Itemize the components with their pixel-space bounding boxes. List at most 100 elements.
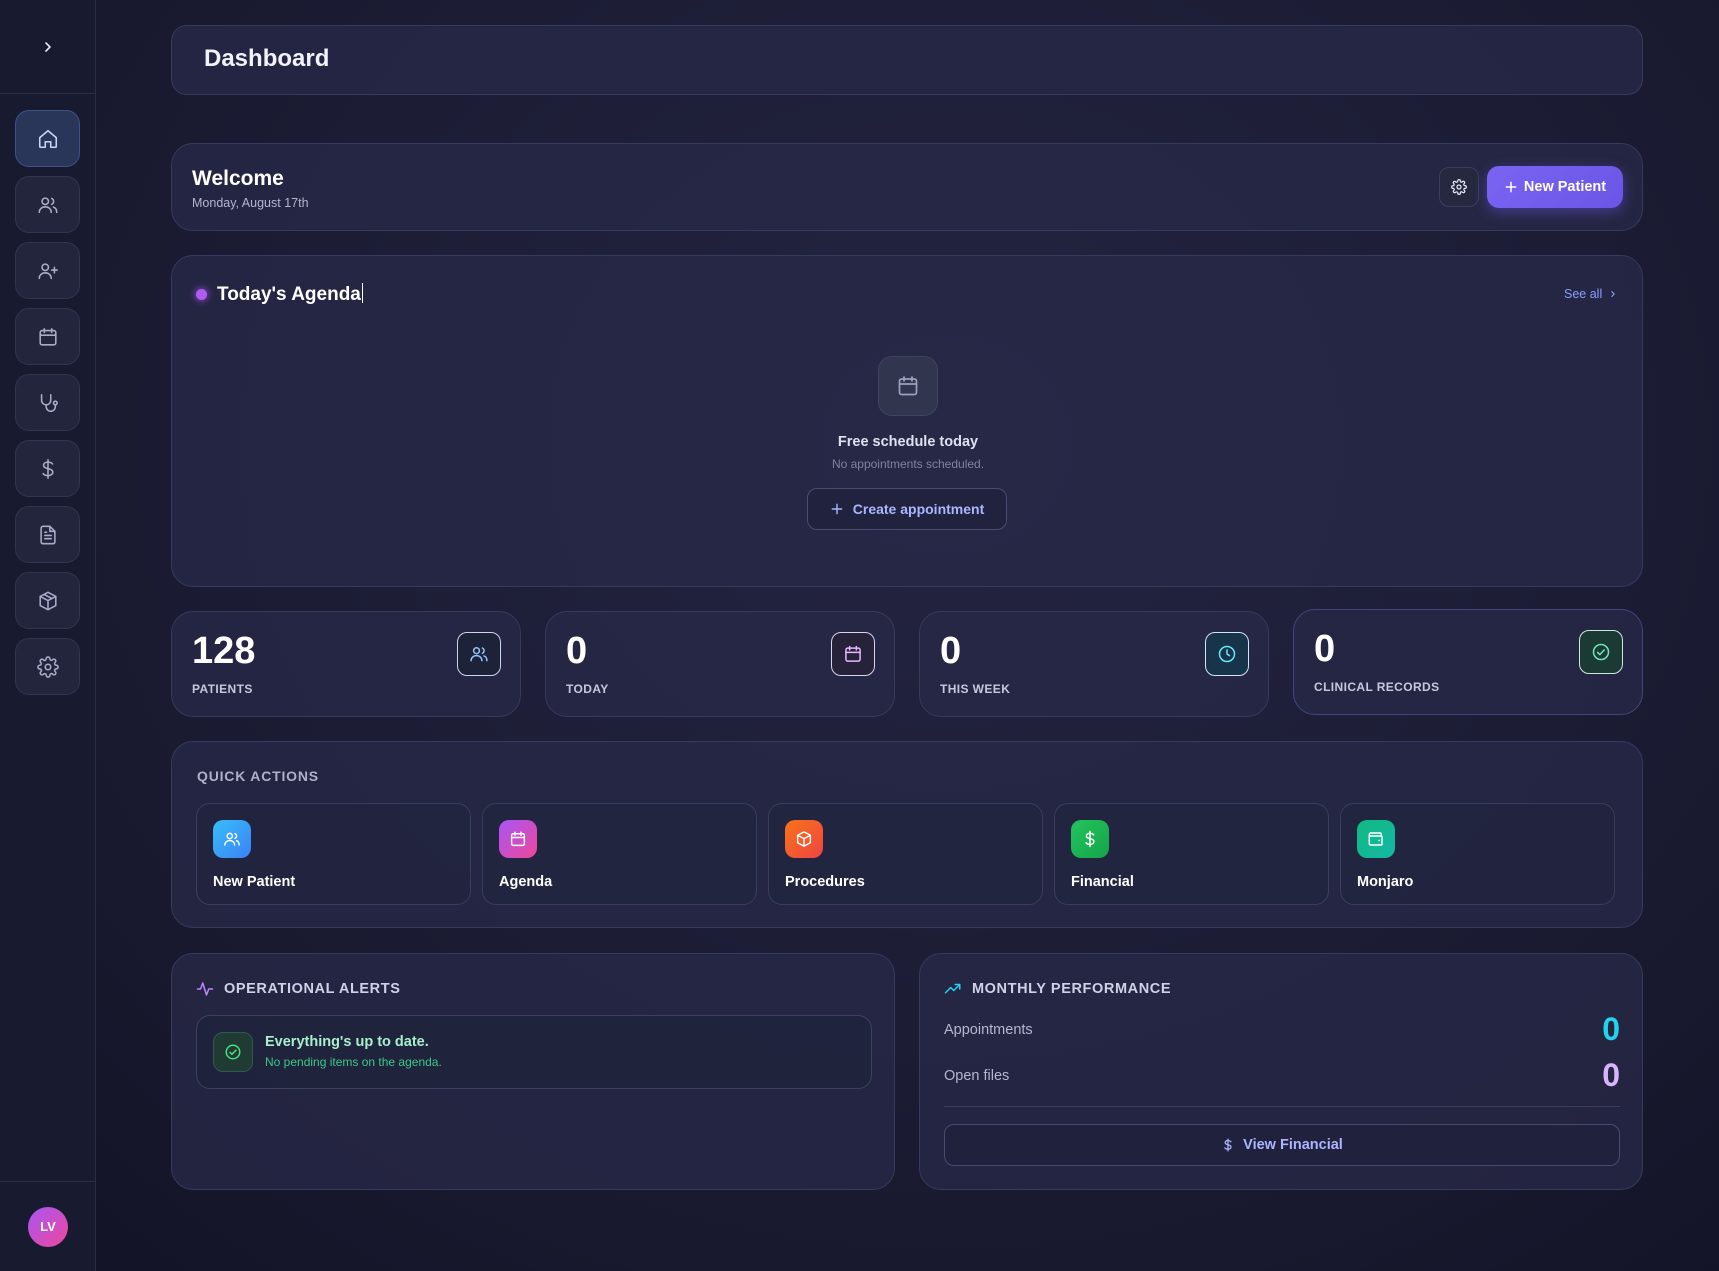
- gear-icon: [36, 655, 59, 678]
- performance-label: Open files: [944, 1067, 1010, 1084]
- performance-label: Appointments: [944, 1021, 1033, 1038]
- quick-action-financial[interactable]: Financial: [1054, 803, 1329, 905]
- create-appointment-label: Create appointment: [852, 501, 985, 517]
- trending-up-icon: [944, 983, 961, 994]
- empty-state-subtitle: No appointments scheduled.: [831, 457, 985, 471]
- empty-calendar-icon-box: [878, 356, 938, 416]
- see-all-label: See all: [1564, 287, 1603, 301]
- sidebar-nav: [15, 110, 80, 704]
- settings-button[interactable]: [1439, 167, 1479, 207]
- page-title: Dashboard: [204, 45, 330, 72]
- create-appointment-button[interactable]: Create appointment: [807, 488, 1007, 530]
- quick-action-agenda[interactable]: Agenda: [482, 803, 757, 905]
- alert-status-title: Everything's up to date.: [265, 1034, 429, 1050]
- stat-label: CLINICAL RECORDS: [1314, 680, 1440, 694]
- performance-value: 0: [1602, 1057, 1620, 1093]
- stat-card-patients: 128 PATIENTS: [171, 611, 521, 717]
- performance-heading: MONTHLY PERFORMANCE: [944, 980, 1171, 998]
- divider: [944, 1106, 1620, 1107]
- stat-label: THIS WEEK: [940, 682, 1011, 696]
- agenda-status-dot: [196, 289, 207, 300]
- welcome-title: Welcome: [192, 167, 284, 190]
- plus-icon: [831, 503, 843, 515]
- calendar-icon: [38, 327, 57, 346]
- box-icon: [38, 591, 57, 610]
- home-icon: [38, 129, 57, 148]
- quick-action-new-patient[interactable]: New Patient: [196, 803, 471, 905]
- agenda-title: Today's Agenda: [217, 283, 364, 306]
- calendar-icon: [499, 820, 537, 858]
- stat-card-today: 0 TODAY: [545, 611, 895, 717]
- stat-value: 0: [566, 630, 588, 672]
- sidebar-footer: LV: [0, 1181, 96, 1271]
- performance-title: MONTHLY PERFORMANCE: [972, 981, 1172, 997]
- quick-actions-title: QUICK ACTIONS: [197, 768, 319, 784]
- activity-icon: [196, 982, 214, 996]
- sidebar-item-patients[interactable]: [15, 176, 80, 233]
- users-icon: [38, 196, 57, 213]
- check-circle-icon: [1579, 630, 1623, 674]
- quick-action-monjaro[interactable]: Monjaro: [1340, 803, 1615, 905]
- alert-status-box: Everything's up to date. No pending item…: [196, 1015, 872, 1089]
- stat-card-clinical-records: 0 CLINICAL RECORDS: [1293, 609, 1643, 715]
- sidebar-item-home[interactable]: [15, 110, 80, 167]
- view-financial-label: View Financial: [1243, 1137, 1343, 1153]
- operational-alerts-card: OPERATIONAL ALERTS Everything's up to da…: [171, 953, 895, 1190]
- performance-row-open-files: Open files 0: [944, 1057, 1620, 1094]
- calendar-icon: [898, 376, 918, 396]
- check-circle-icon: [213, 1032, 253, 1072]
- quick-action-label: Monjaro: [1357, 874, 1414, 890]
- agenda-title-text: Today's Agenda: [217, 284, 361, 305]
- alert-status-subtitle: No pending items on the agenda.: [265, 1055, 442, 1069]
- gear-icon: [1451, 179, 1467, 195]
- welcome-card: Welcome Monday, August 17th New Patient: [171, 143, 1643, 231]
- sidebar-item-clinical[interactable]: [15, 374, 80, 431]
- stat-label: TODAY: [566, 682, 609, 696]
- stat-value: 0: [1314, 628, 1336, 670]
- performance-row-appointments: Appointments 0: [944, 1011, 1620, 1048]
- quick-action-label: Procedures: [785, 874, 865, 890]
- avatar[interactable]: LV: [28, 1206, 68, 1247]
- text-cursor: [361, 283, 364, 303]
- sidebar-item-agenda[interactable]: [15, 308, 80, 365]
- quick-action-label: New Patient: [213, 874, 296, 890]
- monthly-performance-card: MONTHLY PERFORMANCE Appointments 0 Open …: [919, 953, 1643, 1190]
- dollar-icon: [1224, 1138, 1232, 1152]
- user-plus-icon: [38, 262, 58, 279]
- sidebar-item-documents[interactable]: [15, 506, 80, 563]
- empty-state-title: Free schedule today: [837, 434, 979, 450]
- users-icon: [213, 820, 251, 858]
- dollar-icon: [41, 458, 54, 479]
- sidebar: LV: [0, 0, 96, 1271]
- header-bar: Dashboard: [171, 25, 1643, 95]
- new-patient-label: New Patient: [1523, 179, 1607, 195]
- users-icon: [457, 632, 501, 676]
- plus-icon: [1505, 181, 1517, 193]
- view-financial-button[interactable]: View Financial: [944, 1124, 1620, 1166]
- calendar-icon: [831, 632, 875, 676]
- see-all-link[interactable]: See all: [1564, 287, 1618, 301]
- stethoscope-icon: [40, 393, 58, 412]
- alerts-heading: OPERATIONAL ALERTS: [196, 980, 400, 998]
- stat-value: 0: [940, 630, 962, 672]
- sidebar-item-add-patient[interactable]: [15, 242, 80, 299]
- clock-icon: [1205, 632, 1249, 676]
- sidebar-item-procedures[interactable]: [15, 572, 80, 629]
- sidebar-item-financial[interactable]: [15, 440, 80, 497]
- new-patient-button[interactable]: New Patient: [1487, 166, 1623, 208]
- sidebar-item-settings[interactable]: [15, 638, 80, 695]
- quick-actions-card: QUICK ACTIONS New Patient Agenda Procedu…: [171, 741, 1643, 928]
- chevron-right-icon: [45, 41, 51, 52]
- sidebar-expand-button[interactable]: [0, 0, 96, 94]
- alerts-title: OPERATIONAL ALERTS: [224, 981, 401, 997]
- chevron-right-icon: [1611, 290, 1616, 298]
- stat-card-this-week: 0 THIS WEEK: [919, 611, 1269, 717]
- box-icon: [785, 820, 823, 858]
- stat-label: PATIENTS: [192, 682, 253, 696]
- quick-action-label: Agenda: [499, 874, 553, 890]
- performance-value: 0: [1602, 1011, 1620, 1047]
- agenda-card: Today's Agenda See all Free schedule tod…: [171, 255, 1643, 587]
- wallet-icon: [1357, 820, 1395, 858]
- welcome-date: Monday, August 17th: [192, 196, 309, 210]
- quick-action-procedures[interactable]: Procedures: [768, 803, 1043, 905]
